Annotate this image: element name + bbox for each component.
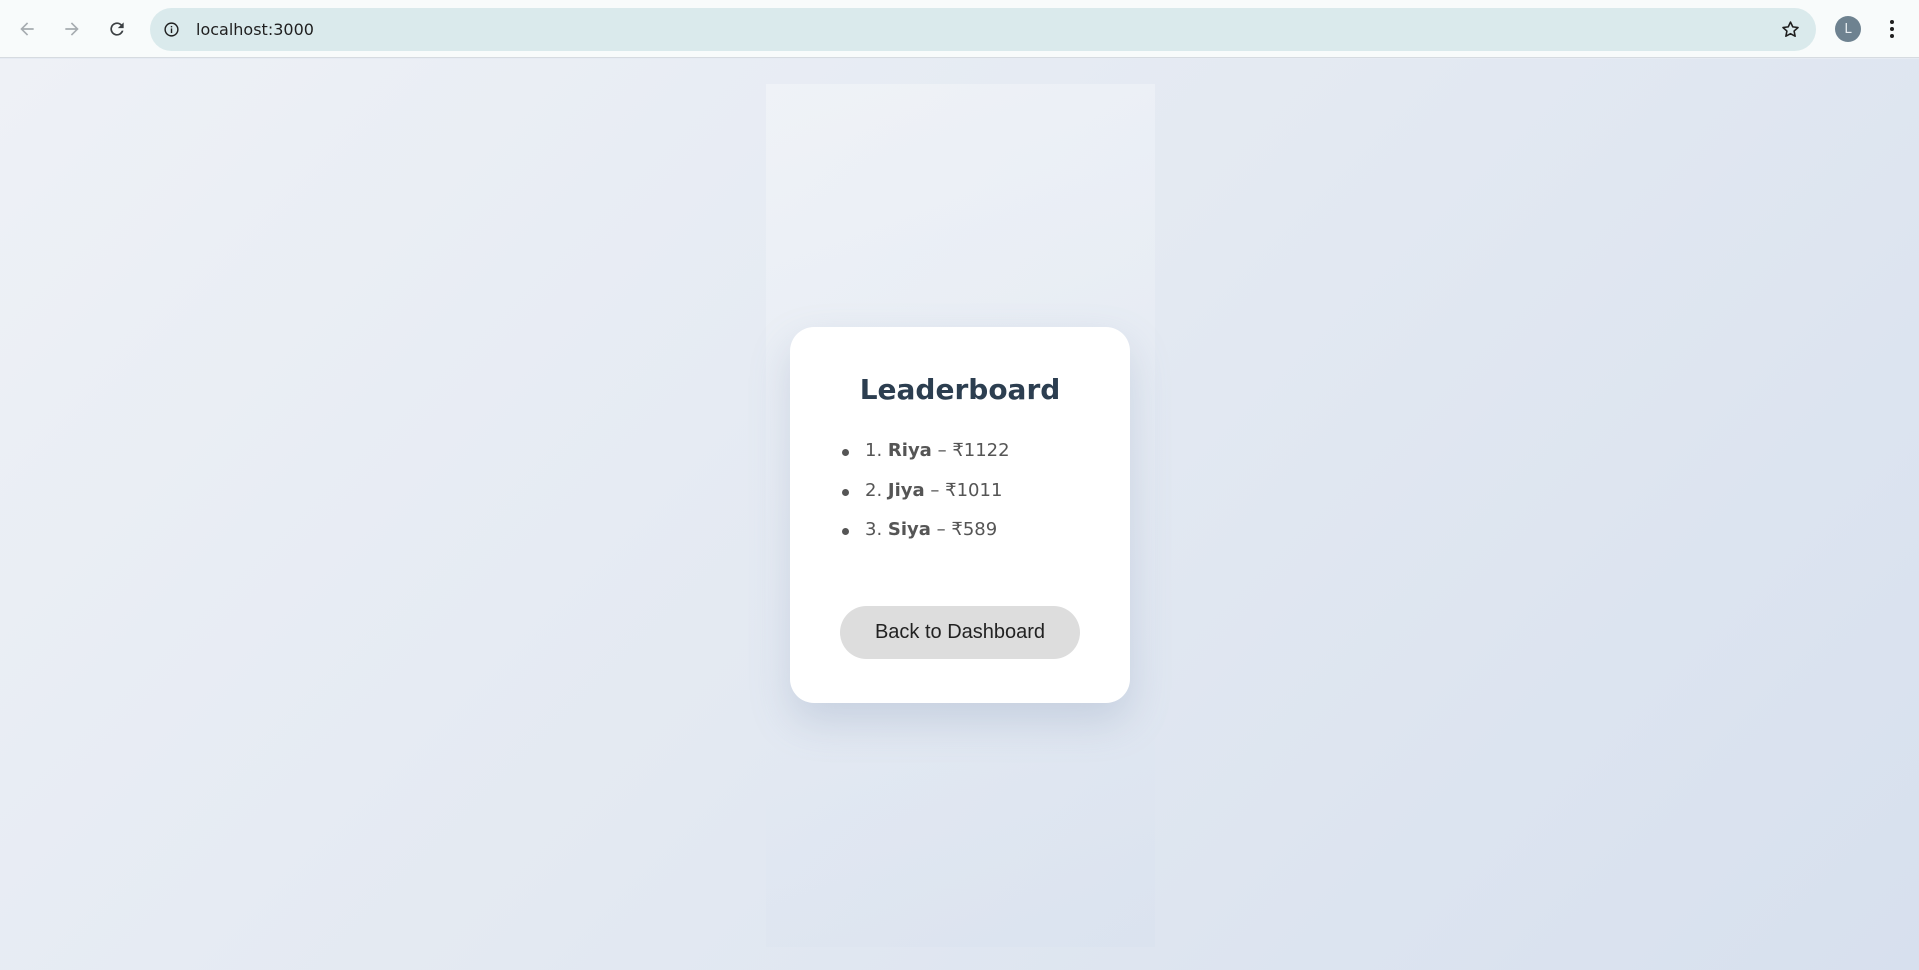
entry-rank: 2.	[865, 479, 883, 501]
arrow-left-icon	[20, 22, 34, 36]
player-name: Jiya	[887, 479, 925, 501]
info-icon	[164, 22, 179, 37]
arrow-right-icon	[65, 22, 79, 36]
kebab-menu-icon	[1890, 20, 1894, 38]
browser-menu-button[interactable]	[1880, 14, 1904, 44]
address-bar[interactable]: localhost:3000	[150, 8, 1816, 51]
star-icon	[1782, 21, 1799, 38]
leaderboard-entry: 2. Jiya – ₹1011	[840, 480, 1010, 520]
profile-avatar[interactable]: L	[1835, 16, 1861, 42]
leaderboard-list: 1. Riya – ₹1122 2. Jiya – ₹1011 3. Siya …	[840, 440, 1010, 559]
entry-separator: –	[930, 479, 940, 501]
player-name: Siya	[887, 519, 931, 540]
reload-button[interactable]	[100, 12, 134, 46]
back-to-dashboard-button[interactable]: Back to Dashboard	[840, 606, 1080, 659]
player-amount: ₹1011	[945, 479, 1003, 501]
browser-toolbar: localhost:3000 L	[0, 0, 1919, 58]
bookmark-button[interactable]	[1777, 16, 1804, 43]
player-amount: ₹1122	[952, 440, 1010, 461]
back-button[interactable]	[10, 12, 44, 46]
site-info-button[interactable]	[156, 14, 187, 45]
player-amount: ₹589	[951, 519, 998, 540]
reload-icon	[110, 22, 124, 36]
page-viewport: Leaderboard 1. Riya – ₹1122 2. Jiya – ₹1…	[0, 59, 1919, 970]
leaderboard-card: Leaderboard 1. Riya – ₹1122 2. Jiya – ₹1…	[790, 327, 1130, 703]
player-name: Riya	[887, 440, 932, 461]
forward-button[interactable]	[55, 12, 89, 46]
leaderboard-title: Leaderboard	[859, 373, 1061, 406]
leaderboard-entry: 1. Riya – ₹1122	[840, 440, 1010, 480]
url-text[interactable]: localhost:3000	[196, 20, 314, 39]
entry-separator: –	[936, 519, 946, 540]
leaderboard-entry: 3. Siya – ₹589	[840, 519, 1010, 559]
entry-rank: 3.	[865, 519, 883, 540]
entry-separator: –	[937, 440, 947, 461]
entry-rank: 1.	[865, 440, 883, 461]
